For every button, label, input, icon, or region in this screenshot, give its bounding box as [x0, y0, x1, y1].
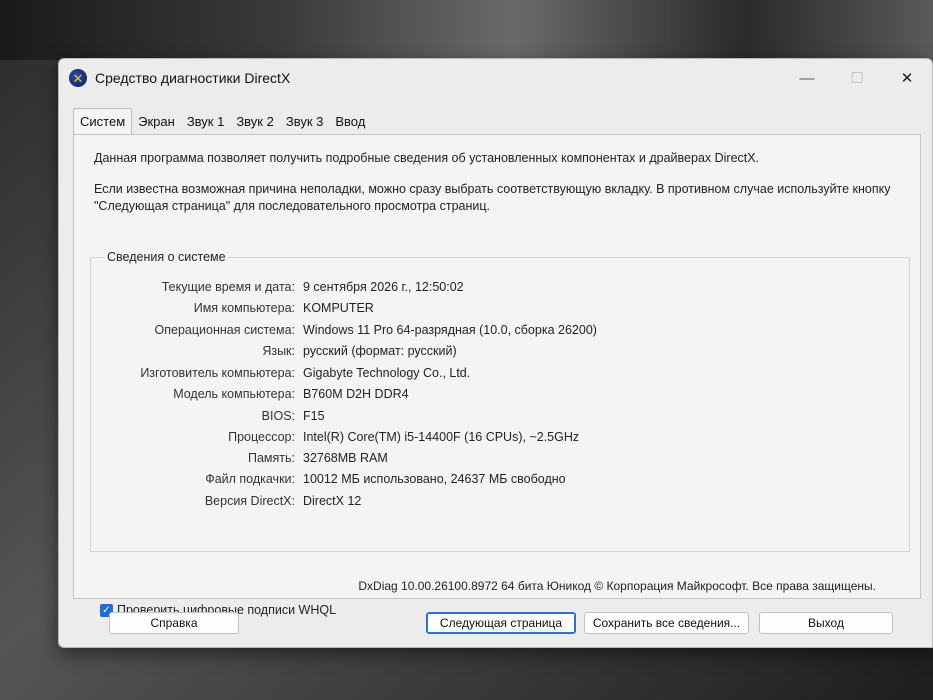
info-value: 9 сентября 2026 г., 12:50:02 — [303, 280, 464, 294]
window-title: Средство диагностики DirectX — [95, 70, 291, 86]
info-label: BIOS: — [261, 409, 295, 423]
info-value: Windows 11 Pro 64-разрядная (10.0, сборк… — [303, 323, 597, 337]
info-label: Версия DirectX: — [204, 494, 295, 508]
info-row-directx-version: Версия DirectX: DirectX 12 — [91, 494, 891, 514]
info-label: Память: — [247, 451, 295, 465]
system-info-group: Сведения о системе Текущие время и дата:… — [90, 250, 910, 552]
info-row-datetime: Текущие время и дата: 9 сентября 2026 г.… — [91, 280, 891, 300]
info-label: Процессор: — [228, 430, 295, 444]
info-value: KOMPUTER — [303, 301, 374, 315]
intro-text-2: Если известна возможная причина неполадк… — [94, 182, 891, 213]
info-value: Gigabyte Technology Co., Ltd. — [303, 366, 471, 380]
info-value: F15 — [303, 409, 325, 423]
tab-strip: Систем Экран Звук 1 Звук 2 Звук 3 Ввод — [73, 108, 371, 134]
info-value: 10012 МБ использовано, 24637 МБ свободно — [303, 472, 566, 486]
background-wallpaper — [0, 0, 933, 60]
info-label: Модель компьютера: — [173, 387, 295, 401]
info-label: Изготовитель компьютера: — [140, 366, 295, 380]
tab-display[interactable]: Экран — [132, 110, 181, 134]
tab-sound-2[interactable]: Звук 2 — [230, 110, 280, 134]
system-tab-panel: Данная программа позволяет получить подр… — [73, 134, 921, 617]
window-controls: — ☐ ✕ — [782, 59, 932, 97]
info-value: B760M D2H DDR4 — [303, 387, 409, 401]
info-row-os: Операционная система: Windows 11 Pro 64-… — [91, 323, 891, 343]
tab-input[interactable]: Ввод — [329, 110, 371, 134]
save-all-button[interactable]: Сохранить все сведения... — [584, 612, 749, 634]
next-page-button[interactable]: Следующая страница — [426, 612, 576, 634]
info-label: Файл подкачки: — [205, 472, 295, 486]
info-label: Текущие время и дата: — [161, 280, 295, 294]
tab-sound-1[interactable]: Звук 1 — [181, 110, 231, 134]
title-bar[interactable]: ✕ Средство диагностики DirectX — ☐ ✕ — [59, 59, 932, 97]
info-label: Язык: — [262, 344, 295, 358]
close-button[interactable]: ✕ — [882, 59, 932, 97]
info-row-bios: BIOS: F15 — [91, 409, 891, 429]
minimize-button[interactable]: — — [782, 59, 832, 97]
directx-icon: ✕ — [69, 69, 87, 87]
exit-button[interactable]: Выход — [759, 612, 893, 634]
dxdiag-window: ✕ Средство диагностики DirectX — ☐ ✕ Сис… — [58, 58, 933, 648]
copyright-footer: DxDiag 10.00.26100.8972 64 бита Юникод ©… — [358, 579, 876, 593]
info-value: DirectX 12 — [303, 494, 362, 508]
info-row-processor: Процессор: Intel(R) Core(TM) i5-14400F (… — [91, 430, 891, 450]
info-row-pagefile: Файл подкачки: 10012 МБ использовано, 24… — [91, 472, 891, 492]
info-row-model: Модель компьютера: B760M D2H DDR4 — [91, 387, 891, 407]
system-info-title: Сведения о системе — [105, 250, 228, 264]
tab-system[interactable]: Систем — [73, 108, 133, 134]
intro-text-1: Данная программа позволяет получить подр… — [94, 151, 760, 165]
help-button[interactable]: Справка — [109, 612, 239, 634]
maximize-button[interactable]: ☐ — [832, 59, 882, 97]
info-row-language: Язык: русский (формат: русский) — [91, 344, 891, 364]
info-value: 32768MB RAM — [303, 451, 388, 465]
info-label: Имя компьютера: — [193, 301, 295, 315]
info-row-computer-name: Имя компьютера: KOMPUTER — [91, 301, 891, 321]
info-value: русский (формат: русский) — [303, 344, 457, 358]
info-row-manufacturer: Изготовитель компьютера: Gigabyte Techno… — [91, 366, 891, 386]
tab-sound-3[interactable]: Звук 3 — [280, 110, 330, 134]
info-label: Операционная система: — [154, 323, 295, 337]
info-row-memory: Память: 32768MB RAM — [91, 451, 891, 471]
info-value: Intel(R) Core(TM) i5-14400F (16 CPUs), ~… — [303, 430, 580, 444]
